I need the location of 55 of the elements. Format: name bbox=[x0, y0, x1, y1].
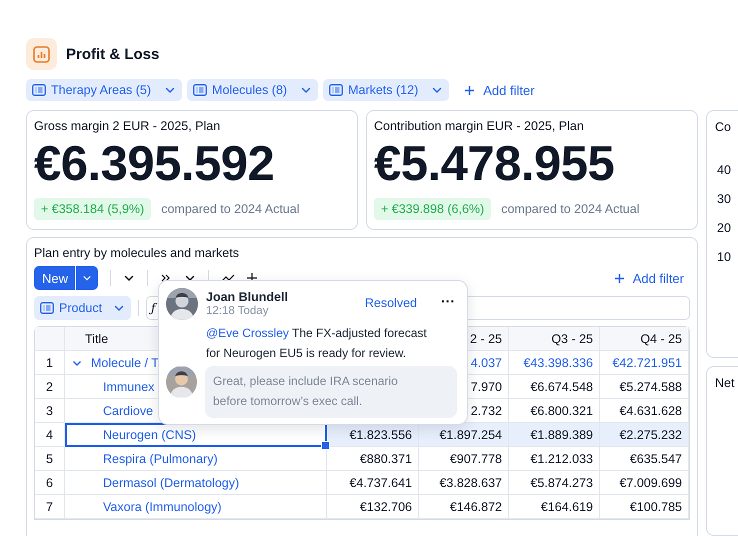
table-cell: 7.970 bbox=[470, 380, 502, 394]
comment-time: 12:18 Today bbox=[206, 305, 270, 317]
table-cell: €635.547 bbox=[630, 452, 682, 466]
column-header: Q3 - 25 bbox=[551, 332, 593, 346]
kpi-title: Contribution margin EUR - 2025, Plan bbox=[374, 119, 585, 133]
kpi-value: €6.395.592 bbox=[34, 136, 276, 192]
axis-tick: 30 bbox=[717, 192, 732, 206]
table-cell: 2.732 bbox=[470, 404, 502, 418]
table-cell: €100.785 bbox=[630, 500, 682, 514]
axis-tick: 40 bbox=[717, 163, 732, 177]
row-number: 1 bbox=[46, 356, 53, 370]
axis-tick: 20 bbox=[717, 221, 732, 235]
table-cell: €2.275.232 bbox=[619, 428, 682, 442]
row-number: 5 bbox=[46, 452, 53, 466]
table-cell: €1.823.556 bbox=[349, 428, 412, 442]
row-number: 2 bbox=[46, 380, 53, 394]
delta-badge: + €358.184 (5,9%) bbox=[34, 198, 152, 220]
table-cell: €880.371 bbox=[360, 452, 412, 466]
author-name: Joan Blundell bbox=[206, 290, 289, 304]
row-number: 3 bbox=[46, 404, 53, 418]
table-cell: €3.828.637 bbox=[439, 476, 502, 490]
table-cell: €43.398.336 bbox=[523, 356, 593, 370]
card-title: Net bbox=[715, 376, 734, 390]
table-cell: €5.874.273 bbox=[530, 476, 593, 490]
table-cell: 4.037 bbox=[470, 356, 502, 370]
delta-badge: + €339.898 (6,6%) bbox=[374, 198, 492, 220]
table-cell: €164.619 bbox=[540, 500, 593, 514]
column-header: Title bbox=[85, 332, 108, 346]
table-cell: €42.721.951 bbox=[612, 356, 682, 370]
table-cell: €4.737.641 bbox=[349, 476, 412, 490]
column-header: Q4 - 25 bbox=[640, 332, 682, 346]
column-header: 2 - 25 bbox=[470, 332, 502, 346]
row-number: 4 bbox=[46, 428, 53, 442]
row-number: 7 bbox=[46, 500, 53, 514]
axis-tick: 10 bbox=[717, 250, 732, 264]
table-cell: €1.889.389 bbox=[530, 428, 593, 442]
page-title: Profit & Loss bbox=[66, 46, 160, 62]
kpi-title: Gross margin 2 EUR - 2025, Plan bbox=[34, 119, 222, 133]
table-cell: €5.274.588 bbox=[619, 380, 682, 394]
table-cell: €7.009.699 bbox=[619, 476, 682, 490]
table-cell: €6.674.548 bbox=[530, 380, 593, 394]
comparison-label: compared to 2024 Actual bbox=[501, 202, 640, 216]
table-cell: €907.778 bbox=[450, 452, 502, 466]
table-cell: €1.897.254 bbox=[439, 428, 502, 442]
table-cell: €1.212.033 bbox=[530, 452, 593, 466]
table-cell: €146.872 bbox=[450, 500, 502, 514]
table-cell: €132.706 bbox=[360, 500, 412, 514]
comparison-label: compared to 2024 Actual bbox=[161, 202, 300, 216]
row-number: 6 bbox=[46, 476, 53, 490]
comment-text: @Eve Crossley The FX-adjusted forecast for Neurogen EU5 is ready for review. bbox=[206, 325, 428, 362]
kpi-value: €5.478.955 bbox=[374, 136, 616, 192]
table-cell: €6.800.321 bbox=[530, 404, 593, 418]
card-title: Co bbox=[715, 120, 731, 134]
panel-title: Plan entry by molecules and markets bbox=[34, 246, 240, 260]
table-cell: €4.631.628 bbox=[619, 404, 682, 418]
